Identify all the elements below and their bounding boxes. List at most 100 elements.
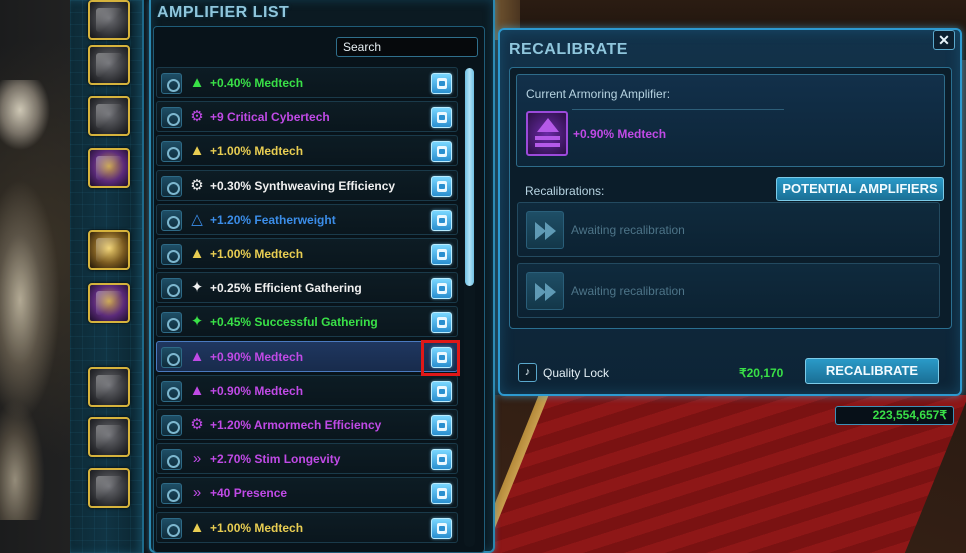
amplifier-row[interactable]: ⚙ +1.20% Armormech Efficiency <box>156 409 458 440</box>
item-slot-icon <box>161 312 182 334</box>
game-screen: AMPLIFIER LIST Search ▲ +0.40% Medtech ⚙ +9… <box>0 0 966 553</box>
recalibrate-action-icon[interactable] <box>431 141 452 163</box>
recalibrate-action-icon[interactable] <box>431 517 452 539</box>
equipment-slot-chest[interactable] <box>88 45 130 85</box>
item-slot-icon <box>161 244 182 265</box>
recalibrate-action-icon[interactable] <box>431 312 452 334</box>
amplifier-label: +0.30% Synthweaving Efficiency <box>210 178 396 193</box>
blaster-icon <box>96 238 122 262</box>
recalibrate-action-icon[interactable] <box>431 107 452 129</box>
amplifier-label: +40 Presence <box>210 486 288 501</box>
amplifier-row[interactable]: △ +1.20% Featherweight <box>156 203 458 235</box>
equipment-slot-feet[interactable] <box>88 468 130 508</box>
amplifier-row[interactable]: ▲ +0.40% Medtech <box>156 67 458 98</box>
item-slot-icon <box>161 175 182 197</box>
close-button[interactable]: ✕ <box>933 30 955 50</box>
amplifier-label: +1.00% Medtech <box>210 144 304 159</box>
amplifier-type-icon: ▲ <box>189 347 205 365</box>
amplifier-row[interactable]: ▲ +1.00% Medtech <box>156 511 458 543</box>
amplifier-list-title: AMPLIFIER LIST <box>157 4 290 21</box>
amplifier-row[interactable]: ▲ +1.00% Medtech <box>156 238 458 269</box>
medtech-amplifier-icon <box>526 111 568 156</box>
amplifier-row[interactable]: ▲ +0.90% Medtech <box>156 340 458 372</box>
amplifier-type-icon: ▲ <box>189 245 205 262</box>
item-slot-icon <box>161 380 182 402</box>
amplifier-label: +0.40% Medtech <box>210 76 304 90</box>
boots-icon <box>96 476 122 500</box>
recalibrate-action-icon[interactable] <box>431 73 452 94</box>
amplifier-label: +0.45% Successful Gathering <box>210 315 378 330</box>
amplifier-type-icon: ▲ <box>189 142 205 160</box>
recalibration-slot: Awaiting recalibration <box>517 263 940 318</box>
credits-display: 223,554,657₹ <box>835 406 954 425</box>
potential-amplifiers-button[interactable]: POTENTIAL AMPLIFIERS <box>776 177 944 201</box>
amplifier-row[interactable]: ▲ +0.90% Medtech <box>156 374 458 406</box>
quality-lock-toggle-icon[interactable]: ♪ <box>518 363 537 382</box>
recalibrate-action-icon[interactable] <box>431 415 452 436</box>
amplifier-row[interactable]: ⚙ +9 Critical Cybertech <box>156 101 458 133</box>
amplifier-type-icon: ✦ <box>190 313 204 331</box>
equipment-slot-implant[interactable] <box>88 96 130 136</box>
amplifier-row[interactable]: ✦ +0.45% Successful Gathering <box>156 306 458 338</box>
amplifier-label: +1.20% Featherweight <box>210 212 336 227</box>
amplifier-type-icon: ✦ <box>190 279 204 297</box>
recalibrate-action-icon[interactable] <box>431 244 452 265</box>
recalibrations-label: Recalibrations: <box>525 184 605 198</box>
equipment-slot-hands[interactable] <box>88 148 130 188</box>
item-slot-icon <box>161 517 182 539</box>
amplifier-type-icon: ⚙ <box>190 108 204 126</box>
recalibrate-action-icon[interactable] <box>431 209 452 231</box>
item-slot-icon <box>161 449 182 471</box>
amplifier-row[interactable]: ▲ +1.00% Medtech <box>156 135 458 167</box>
highlight-annotation <box>421 340 460 376</box>
recalibration-slot-text: Awaiting recalibration <box>571 284 685 298</box>
amplifier-row[interactable]: » +2.70% Stim Longevity <box>156 443 458 475</box>
amplifier-label: +1.20% Armormech Efficiency <box>210 418 382 432</box>
amplifier-type-icon: » <box>192 484 202 502</box>
amplifier-type-icon: ▲ <box>189 518 205 536</box>
recalibrate-action-icon[interactable] <box>431 380 452 402</box>
amplifier-label: +1.00% Medtech <box>210 520 304 535</box>
equipment-slot-legs[interactable] <box>88 417 130 457</box>
recalibrate-action-icon[interactable] <box>431 483 452 505</box>
amplifier-type-icon: ⚙ <box>190 176 204 194</box>
helmet-icon <box>96 8 122 32</box>
amplifier-row[interactable]: ⚙ +0.30% Synthweaving Efficiency <box>156 169 458 201</box>
recalibrate-action-icon[interactable] <box>431 449 452 471</box>
amplifier-type-icon: ▲ <box>189 74 205 91</box>
recalibrate-button[interactable]: RECALIBRATE <box>805 358 939 384</box>
item-slot-icon <box>161 73 182 94</box>
character-model <box>0 80 70 520</box>
chevrons-icon <box>526 272 564 310</box>
amplifier-type-icon: △ <box>191 210 203 228</box>
amplifier-label: +0.90% Medtech <box>210 383 304 398</box>
search-input[interactable]: Search <box>336 37 478 57</box>
chest-armor-icon <box>96 53 122 77</box>
equipment-slot-mainhand[interactable] <box>88 230 130 270</box>
quality-lock-label: Quality Lock <box>543 366 610 380</box>
scrollbar-thumb[interactable] <box>465 68 474 286</box>
recalibrate-title: RECALIBRATE <box>509 41 628 58</box>
amplifier-label: +1.00% Medtech <box>210 247 304 261</box>
datapad-icon <box>96 104 122 128</box>
amplifier-label: +9 Critical Cybertech <box>210 110 330 125</box>
amplifier-row[interactable]: » +40 Presence <box>156 477 458 509</box>
recalibration-cost: ₹20,170 <box>739 366 784 380</box>
item-slot-icon <box>161 209 182 231</box>
blaster-offhand-icon <box>96 291 122 315</box>
item-slot-icon <box>161 107 182 129</box>
equipment-slot-waist[interactable] <box>88 367 130 407</box>
legs-icon <box>96 425 122 449</box>
recalibration-slot: Awaiting recalibration <box>517 202 940 257</box>
equipment-slot-offhand[interactable] <box>88 283 130 323</box>
item-slot-icon <box>161 483 182 505</box>
recalibrate-action-icon[interactable] <box>431 175 452 197</box>
amplifier-type-icon: ⚙ <box>190 416 204 433</box>
amplifier-label: +0.90% Medtech <box>210 349 304 364</box>
divider <box>572 109 784 110</box>
item-slot-icon <box>161 415 182 436</box>
equipment-slot-helmet[interactable] <box>88 0 130 40</box>
recalibrate-action-icon[interactable] <box>431 278 452 300</box>
recalibration-slot-text: Awaiting recalibration <box>571 223 685 237</box>
amplifier-row[interactable]: ✦ +0.25% Efficient Gathering <box>156 272 458 304</box>
